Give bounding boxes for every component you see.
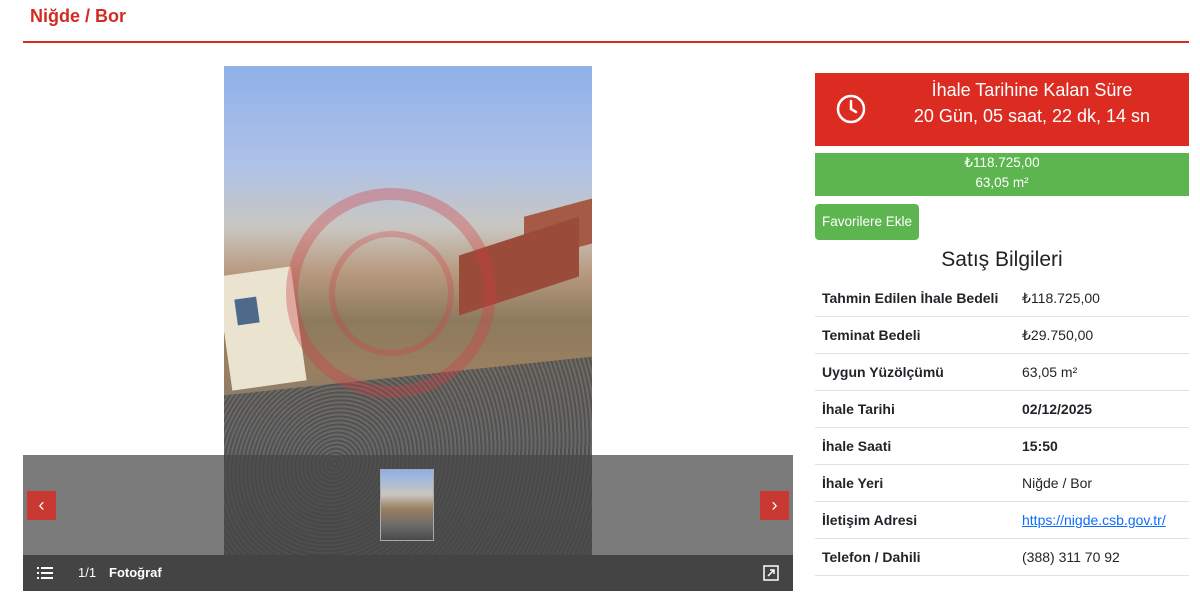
- list-icon[interactable]: [37, 566, 53, 580]
- row-label: Teminat Bedeli: [815, 316, 1015, 354]
- row-label: İhale Tarihi: [815, 390, 1015, 428]
- photo-gallery: ‹ › 1/1 Fotoğraf: [23, 66, 793, 591]
- table-row: Uygun Yüzölçümü 63,05 m²: [815, 353, 1189, 391]
- price-summary: ₺118.725,00 63,05 m²: [815, 153, 1189, 196]
- table-row: İhale Tarihi 02/12/2025: [815, 390, 1189, 428]
- row-value: ₺29.750,00: [1015, 316, 1189, 354]
- row-value: 02/12/2025: [1015, 390, 1189, 428]
- row-value: 63,05 m²: [1015, 353, 1189, 391]
- fullscreen-icon[interactable]: [763, 565, 779, 581]
- area-value: 63,05 m²: [975, 175, 1029, 190]
- sales-info-table: Tahmin Edilen İhale Bedeli ₺118.725,00 T…: [815, 280, 1189, 576]
- countdown-title: İhale Tarihine Kalan Süre: [931, 80, 1133, 100]
- clock-icon: [835, 93, 867, 125]
- table-row: Teminat Bedeli ₺29.750,00: [815, 316, 1189, 354]
- row-label: İletişim Adresi: [815, 501, 1015, 539]
- next-photo-button[interactable]: ›: [760, 491, 789, 520]
- row-label: İhale Yeri: [815, 464, 1015, 502]
- countdown-value: 20 Gün, 05 saat, 22 dk, 14 sn: [913, 106, 1151, 126]
- table-row: İhale Yeri Niğde / Bor: [815, 464, 1189, 502]
- media-type-label: Fotoğraf: [109, 565, 162, 580]
- row-value: https://nigde.csb.gov.tr/: [1015, 501, 1189, 539]
- table-row: İletişim Adresi https://nigde.csb.gov.tr…: [815, 501, 1189, 539]
- price-amount: ₺118.725,00: [964, 155, 1040, 170]
- photo-counter: 1/1: [78, 565, 97, 580]
- add-to-favorites-button[interactable]: Favorilere Ekle: [815, 204, 919, 240]
- row-value: Niğde / Bor: [1015, 464, 1189, 502]
- row-label: Uygun Yüzölçümü: [815, 353, 1015, 391]
- photo-thumbnail[interactable]: [380, 469, 434, 541]
- table-row: Tahmin Edilen İhale Bedeli ₺118.725,00: [815, 280, 1189, 317]
- table-row: Telefon / Dahili (388) 311 70 92: [815, 538, 1189, 576]
- row-value: (388) 311 70 92: [1015, 538, 1189, 576]
- header-divider: [23, 41, 1189, 43]
- row-label: Tahmin Edilen İhale Bedeli: [815, 280, 1015, 317]
- contact-address-link[interactable]: https://nigde.csb.gov.tr/: [1022, 512, 1166, 528]
- row-value: 15:50: [1015, 427, 1189, 465]
- row-label: Telefon / Dahili: [815, 538, 1015, 576]
- row-label: İhale Saati: [815, 427, 1015, 465]
- sales-info-title: Satış Bilgileri: [941, 248, 1063, 271]
- gallery-toolbar: 1/1 Fotoğraf: [23, 555, 793, 591]
- page-location-title: Niğde / Bor: [30, 6, 127, 26]
- table-row: İhale Saati 15:50: [815, 427, 1189, 465]
- auction-countdown: İhale Tarihine Kalan Süre 20 Gün, 05 saa…: [815, 73, 1189, 146]
- row-value: ₺118.725,00: [1015, 280, 1189, 317]
- previous-photo-button[interactable]: ‹: [27, 491, 56, 520]
